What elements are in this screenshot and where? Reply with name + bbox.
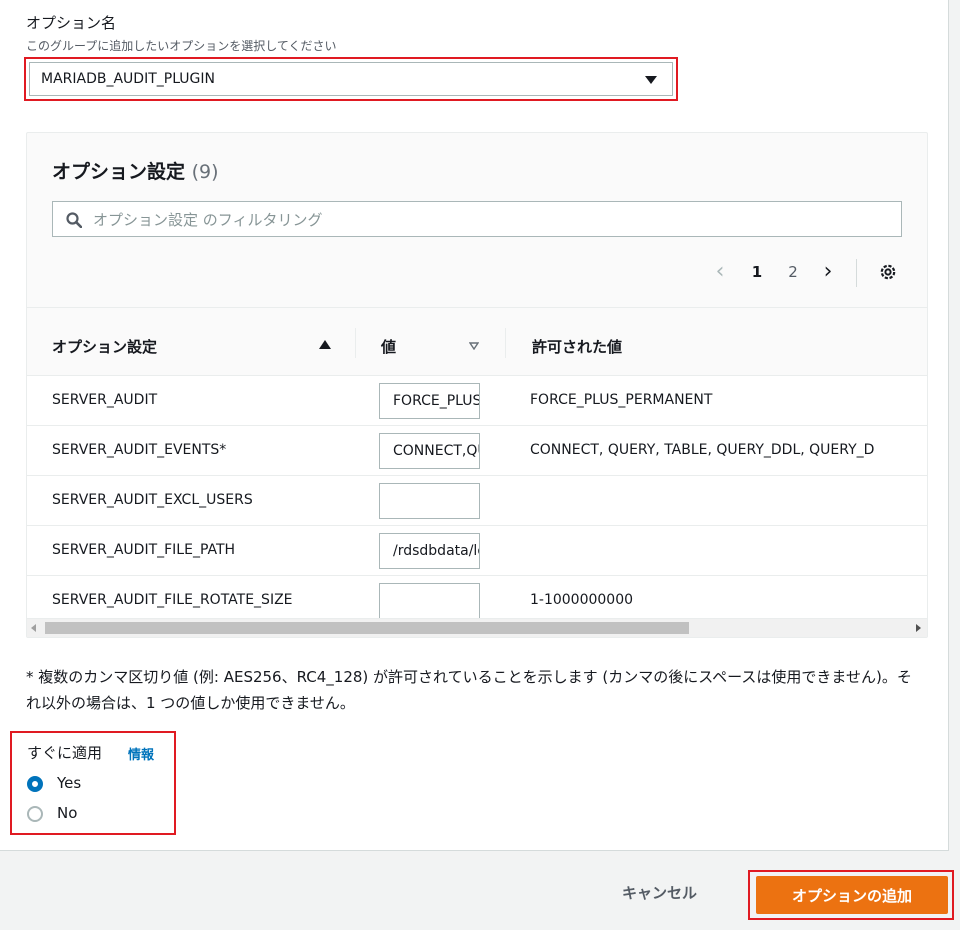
horizontal-scrollbar[interactable] — [27, 618, 927, 637]
next-page-chevron-icon[interactable]: › — [817, 259, 839, 285]
caret-down-icon — [645, 76, 657, 84]
setting-value-input[interactable] — [379, 583, 480, 618]
settings-count: (9) — [191, 161, 219, 183]
setting-value-input[interactable] — [379, 383, 480, 419]
search-icon — [66, 212, 82, 228]
setting-value-input[interactable] — [379, 433, 480, 469]
settings-title-text: オプション設定 — [52, 161, 186, 183]
apply-immediately-label: すぐに適用 — [27, 744, 103, 762]
radio-no-label[interactable]: No — [57, 804, 77, 822]
add-option-button[interactable]: オプションの追加 — [756, 876, 948, 914]
option-name-description: このグループに追加したいオプションを選択してください — [26, 39, 337, 53]
table-row: SERVER_AUDIT FORCE_PLUS_PERMANENT — [27, 375, 927, 426]
column-divider — [355, 328, 356, 358]
scroll-left-arrow-icon[interactable] — [31, 624, 36, 632]
setting-name: SERVER_AUDIT — [52, 392, 158, 408]
setting-allowed: FORCE_PLUS_PERMANENT — [530, 392, 713, 408]
table-row: SERVER_AUDIT_FILE_PATH — [27, 525, 927, 576]
sort-ascending-icon[interactable] — [319, 340, 331, 349]
column-header-name[interactable]: オプション設定 — [52, 336, 157, 357]
settings-filter-input[interactable] — [91, 204, 885, 236]
setting-value-input[interactable] — [379, 533, 480, 569]
option-name-select[interactable]: MARIADB_AUDIT_PLUGIN — [29, 62, 673, 96]
setting-name: SERVER_AUDIT_FILE_PATH — [52, 542, 236, 558]
setting-name: SERVER_AUDIT_FILE_ROTATE_SIZE — [52, 592, 293, 608]
setting-allowed: CONNECT, QUERY, TABLE, QUERY_DDL, QUERY_… — [530, 442, 875, 458]
table-row: SERVER_AUDIT_FILE_ROTATE_SIZE 1-10000000… — [27, 575, 927, 618]
scroll-right-arrow-icon[interactable] — [916, 624, 921, 632]
option-name-selected: MARIADB_AUDIT_PLUGIN — [41, 71, 216, 87]
scrollbar-thumb[interactable] — [45, 622, 689, 634]
option-settings-card: オプション設定 (9) ‹ 1 2 › オプション設定 — [26, 132, 928, 638]
prev-page-chevron-icon[interactable]: ‹ — [709, 259, 731, 285]
table-row: SERVER_AUDIT_EVENTS* CONNECT, QUERY, TAB… — [27, 425, 927, 476]
radio-yes[interactable] — [27, 776, 43, 792]
pagination-divider — [856, 259, 857, 287]
column-header-value[interactable]: 値 — [381, 336, 396, 357]
option-form-panel: オプション名 このグループに追加したいオプションを選択してください MARIAD… — [0, 0, 949, 851]
setting-allowed: 1-1000000000 — [530, 592, 634, 608]
pagination: ‹ 1 2 › — [27, 259, 927, 287]
setting-value-input[interactable] — [379, 483, 480, 519]
gear-icon[interactable] — [878, 262, 898, 282]
radio-no[interactable] — [27, 806, 43, 822]
table-row: SERVER_AUDIT_EXCL_USERS — [27, 475, 927, 526]
info-link[interactable]: 情報 — [128, 744, 154, 763]
cancel-button[interactable]: キャンセル — [622, 882, 697, 903]
setting-name: SERVER_AUDIT_EXCL_USERS — [52, 492, 253, 508]
radio-yes-label[interactable]: Yes — [57, 774, 81, 792]
settings-table: オプション設定 値 許可された値 SERVER_AUDIT FORCE_PLUS… — [27, 308, 927, 618]
option-name-label: オプション名 — [26, 14, 117, 32]
column-divider — [505, 328, 506, 358]
settings-title: オプション設定 (9) — [52, 157, 219, 184]
setting-name: SERVER_AUDIT_EVENTS* — [52, 442, 227, 458]
page-1-link[interactable]: 1 — [745, 259, 769, 285]
multi-value-note: * 複数のカンマ区切り値 (例: AES256、RC4_128) が許可されてい… — [26, 668, 912, 712]
column-header-allowed: 許可された値 — [532, 338, 623, 356]
page-2-link[interactable]: 2 — [781, 259, 805, 285]
sort-descending-icon[interactable] — [469, 342, 479, 350]
settings-filter[interactable] — [52, 201, 902, 237]
